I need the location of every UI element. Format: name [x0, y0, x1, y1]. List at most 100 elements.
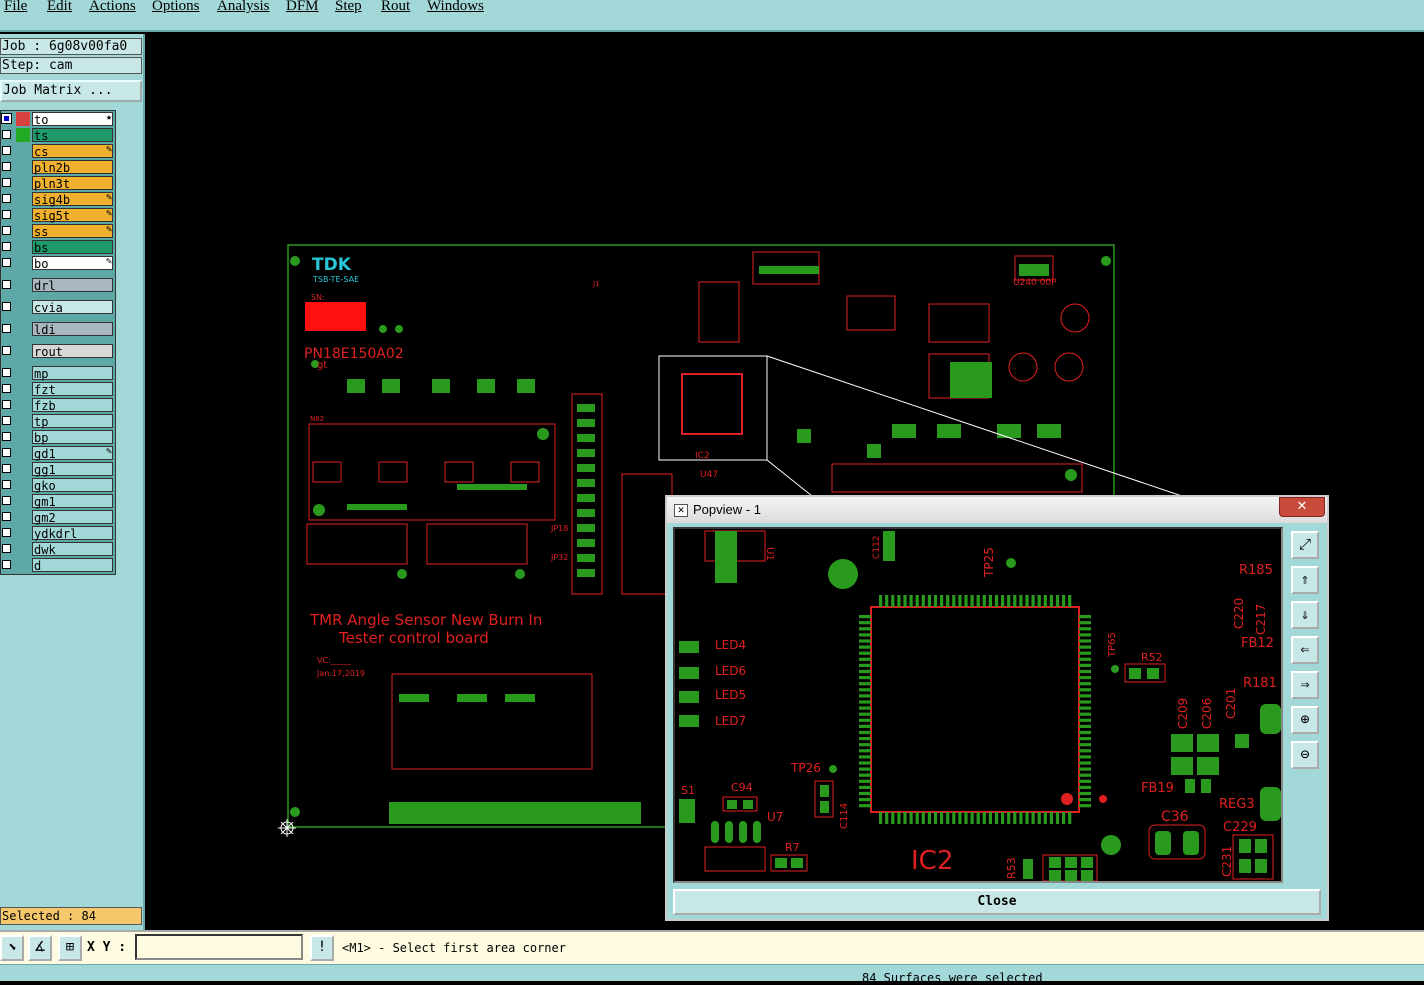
layer-row[interactable]: gko	[1, 478, 115, 493]
menu-dfm[interactable]: DFM	[286, 0, 319, 15]
layer-checkbox[interactable]	[2, 302, 11, 311]
layer-name[interactable]: pln3t	[32, 176, 113, 191]
layer-name[interactable]: to	[32, 112, 113, 127]
layer-name[interactable]: mp	[32, 366, 113, 381]
layer-checkbox[interactable]	[2, 464, 11, 473]
layer-checkbox[interactable]	[2, 448, 11, 457]
layer-checkbox[interactable]	[1, 113, 12, 124]
layer-state-icon[interactable]	[16, 112, 30, 126]
layer-name[interactable]: rout	[32, 344, 113, 359]
layer-name[interactable]: bp	[32, 430, 113, 445]
layer-row[interactable]: pln2b	[1, 160, 115, 175]
layer-name[interactable]: bo	[32, 256, 113, 271]
layer-name[interactable]: gm2	[32, 510, 113, 525]
layer-checkbox[interactable]	[2, 226, 11, 235]
pan-left-icon[interactable]: ⇐	[1291, 636, 1319, 664]
grid-tool-icon[interactable]: ⊞	[58, 935, 82, 961]
layer-checkbox[interactable]	[2, 368, 11, 377]
layer-row[interactable]: ydkdrl	[1, 526, 115, 541]
layer-row[interactable]: fzb	[1, 398, 115, 413]
layer-row[interactable]: drl	[1, 278, 115, 293]
pan-up-icon[interactable]: ⇑	[1291, 566, 1319, 594]
layer-name[interactable]: gm1	[32, 494, 113, 509]
layer-name[interactable]: d	[32, 558, 113, 573]
layer-name[interactable]: fzb	[32, 398, 113, 413]
layer-checkbox[interactable]	[2, 560, 11, 569]
menu-windows[interactable]: Windows	[427, 0, 484, 15]
layer-name[interactable]: fzt	[32, 382, 113, 397]
layer-name[interactable]: ss	[32, 224, 113, 239]
layer-name[interactable]: ldi	[32, 322, 113, 337]
layer-checkbox[interactable]	[2, 416, 11, 425]
zoom-in-icon[interactable]: ⊕	[1291, 706, 1319, 734]
layer-state-icon[interactable]	[16, 128, 30, 142]
layer-row[interactable]: gm2	[1, 510, 115, 525]
pan-down-icon[interactable]: ⇓	[1291, 601, 1319, 629]
layer-checkbox[interactable]	[2, 178, 11, 187]
menu-file[interactable]: File	[4, 0, 27, 15]
layer-checkbox[interactable]	[2, 432, 11, 441]
layer-row[interactable]: cvia	[1, 300, 115, 315]
menu-options[interactable]: Options	[152, 0, 200, 15]
layer-name[interactable]: ts	[32, 128, 113, 143]
layer-row[interactable]: d	[1, 558, 115, 573]
alert-icon[interactable]: !	[310, 935, 334, 961]
layer-checkbox[interactable]	[2, 324, 11, 333]
layer-row[interactable]: bp	[1, 430, 115, 445]
layer-row[interactable]: pln3t	[1, 176, 115, 191]
layer-checkbox[interactable]	[2, 544, 11, 553]
layer-row[interactable]: bs	[1, 240, 115, 255]
measure-tool-icon[interactable]: ∡	[28, 935, 52, 961]
menu-step[interactable]: Step	[335, 0, 362, 15]
layer-name[interactable]: cvia	[32, 300, 113, 315]
layer-checkbox[interactable]	[2, 528, 11, 537]
layer-row[interactable]: fzt	[1, 382, 115, 397]
menu-rout[interactable]: Rout	[381, 0, 410, 15]
layer-checkbox[interactable]	[2, 346, 11, 355]
layer-name[interactable]: tp	[32, 414, 113, 429]
layer-row[interactable]: tp	[1, 414, 115, 429]
popview-close-button[interactable]: Close	[673, 889, 1321, 915]
layer-row[interactable]: bo ✎	[1, 256, 115, 271]
layer-checkbox[interactable]	[2, 210, 11, 219]
layer-checkbox[interactable]	[2, 496, 11, 505]
layer-name[interactable]: pln2b	[32, 160, 113, 175]
layer-name[interactable]: sig4b	[32, 192, 113, 207]
menu-edit[interactable]: Edit	[47, 0, 72, 15]
layer-checkbox[interactable]	[2, 280, 11, 289]
layer-checkbox[interactable]	[2, 194, 11, 203]
zoom-out-icon[interactable]: ⊖	[1291, 741, 1319, 769]
layer-name[interactable]: bs	[32, 240, 113, 255]
layer-checkbox[interactable]	[2, 512, 11, 521]
layer-checkbox[interactable]	[2, 146, 11, 155]
layer-checkbox[interactable]	[2, 258, 11, 267]
layer-name[interactable]: dwk	[32, 542, 113, 557]
layer-name[interactable]: gd1	[32, 446, 113, 461]
layer-row[interactable]: mp	[1, 366, 115, 381]
layer-row[interactable]: cs ✎	[1, 144, 115, 159]
job-matrix-button[interactable]: Job Matrix ...	[0, 80, 142, 102]
layer-name[interactable]: cs	[32, 144, 113, 159]
select-tool-icon[interactable]: ⬊	[0, 935, 24, 961]
layer-checkbox[interactable]	[2, 400, 11, 409]
pan-right-icon[interactable]: ⇒	[1291, 671, 1319, 699]
popview-titlebar[interactable]: ✕ Popview - 1	[667, 497, 1327, 523]
layer-row[interactable]: rout	[1, 344, 115, 359]
layer-row[interactable]: ts	[1, 128, 115, 143]
menu-analysis[interactable]: Analysis	[217, 0, 270, 15]
layer-row[interactable]: gm1	[1, 494, 115, 509]
layer-name[interactable]: ydkdrl	[32, 526, 113, 541]
layer-name[interactable]: gko	[32, 478, 113, 493]
layer-checkbox[interactable]	[2, 480, 11, 489]
layer-row[interactable]: to ★	[1, 112, 115, 127]
xy-input[interactable]	[135, 934, 303, 960]
layer-checkbox[interactable]	[2, 384, 11, 393]
layer-row[interactable]: gg1	[1, 462, 115, 477]
zoom-fit-icon[interactable]: ⤢	[1291, 531, 1319, 559]
layer-row[interactable]: gd1 ✎	[1, 446, 115, 461]
menu-actions[interactable]: Actions	[89, 0, 136, 15]
layer-name[interactable]: gg1	[32, 462, 113, 477]
layer-checkbox[interactable]	[2, 162, 11, 171]
window-close-button[interactable]: ✕	[1279, 497, 1325, 517]
layer-row[interactable]: dwk	[1, 542, 115, 557]
